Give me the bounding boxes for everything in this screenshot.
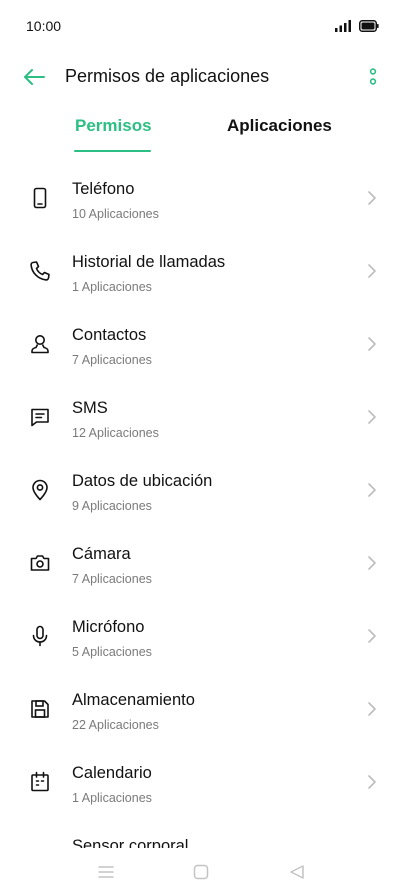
- permission-count: 7 Aplicaciones: [72, 353, 152, 367]
- triangle-back-icon: [290, 865, 304, 879]
- permission-count: 12 Aplicaciones: [72, 426, 159, 440]
- permission-item-historial-llamadas[interactable]: Historial de llamadas 1 Aplicaciones: [0, 235, 403, 308]
- signal-icon: [335, 19, 351, 37]
- permission-item-contactos[interactable]: Contactos 7 Aplicaciones: [0, 308, 403, 381]
- recent-apps-button[interactable]: [95, 862, 117, 882]
- chevron-right-icon: [368, 191, 376, 205]
- permission-title: Sensor corporal: [72, 837, 189, 848]
- permission-item-ubicacion[interactable]: Datos de ubicación 9 Aplicaciones: [0, 454, 403, 527]
- chevron-right-icon: [368, 556, 376, 570]
- permission-title: Contactos: [72, 326, 147, 344]
- system-back-button[interactable]: [286, 862, 308, 882]
- chevron-right-icon: [368, 410, 376, 424]
- storage-icon: [28, 697, 52, 721]
- permission-title: SMS: [72, 399, 108, 417]
- chevron-right-icon: [368, 629, 376, 643]
- app-bar: Permisos de aplicaciones: [0, 52, 403, 102]
- permission-title: Historial de llamadas: [72, 253, 226, 271]
- chevron-right-icon: [368, 483, 376, 497]
- page-title: Permisos de aplicaciones: [65, 66, 270, 86]
- permission-title: Teléfono: [72, 180, 135, 198]
- chevron-right-icon: [368, 337, 376, 351]
- permission-title: Datos de ubicación: [72, 472, 213, 490]
- phone-icon: [28, 186, 52, 210]
- permission-count: 7 Aplicaciones: [72, 572, 152, 586]
- permission-item-calendario[interactable]: Calendario 1 Aplicaciones: [0, 746, 403, 819]
- more-options-button[interactable]: [361, 64, 385, 90]
- permission-item-telefono[interactable]: Teléfono 10 Aplicaciones: [0, 162, 403, 235]
- call-log-icon: [28, 259, 52, 283]
- navigation-bar: [0, 848, 403, 896]
- permission-count: 5 Aplicaciones: [72, 645, 152, 659]
- calendar-icon: [28, 770, 52, 794]
- permission-title: Almacenamiento: [72, 691, 195, 709]
- battery-icon: [359, 19, 379, 37]
- permission-count: 22 Aplicaciones: [72, 718, 159, 732]
- more-vertical-icon: [369, 68, 377, 85]
- back-button[interactable]: [18, 64, 50, 90]
- permission-item-sensor-corporal[interactable]: Sensor corporal: [0, 819, 403, 848]
- camera-icon: [28, 551, 52, 575]
- permission-title: Cámara: [72, 545, 131, 563]
- home-square-icon: [193, 864, 209, 880]
- sms-icon: [28, 405, 52, 429]
- contacts-icon: [28, 332, 52, 356]
- tab-aplicaciones[interactable]: Aplicaciones: [227, 116, 332, 136]
- permission-title: Calendario: [72, 764, 152, 782]
- status-icons: [335, 19, 379, 37]
- tab-permisos[interactable]: Permisos: [75, 116, 152, 136]
- chevron-right-icon: [368, 264, 376, 278]
- chevron-right-icon: [368, 702, 376, 716]
- status-time: 10:00: [26, 18, 62, 34]
- tab-bar: Permisos Aplicaciones: [0, 108, 403, 158]
- location-icon: [28, 478, 52, 502]
- chevron-right-icon: [368, 775, 376, 789]
- home-button[interactable]: [190, 862, 212, 882]
- active-tab-indicator: [74, 150, 151, 152]
- status-bar: 10:00: [0, 0, 403, 52]
- permission-count: 10 Aplicaciones: [72, 207, 159, 221]
- permission-count: 1 Aplicaciones: [72, 791, 152, 805]
- permission-title: Micrófono: [72, 618, 145, 636]
- permission-count: 9 Aplicaciones: [72, 499, 152, 513]
- microphone-icon: [28, 624, 52, 648]
- permission-count: 1 Aplicaciones: [72, 280, 152, 294]
- permission-item-sms[interactable]: SMS 12 Aplicaciones: [0, 381, 403, 454]
- permission-item-almacenamiento[interactable]: Almacenamiento 22 Aplicaciones: [0, 673, 403, 746]
- permission-item-camara[interactable]: Cámara 7 Aplicaciones: [0, 527, 403, 600]
- permission-item-microfono[interactable]: Micrófono 5 Aplicaciones: [0, 600, 403, 673]
- permission-list: Teléfono 10 Aplicaciones Historial de ll…: [0, 162, 403, 848]
- menu-icon: [98, 866, 114, 878]
- arrow-back-icon: [24, 69, 45, 85]
